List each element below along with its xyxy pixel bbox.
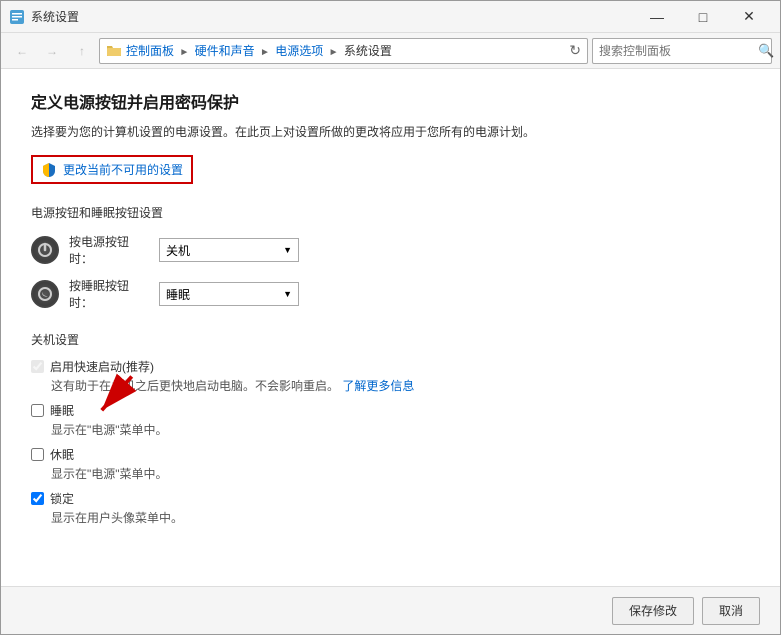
hibernate-desc: 显示在"电源"菜单中。 [51,465,750,482]
title-controls: — □ ✕ [634,1,772,33]
sleep-button-dropdown-icon: ▼ [283,289,292,299]
search-input[interactable] [599,44,754,58]
search-bar[interactable]: 🔍 [592,38,772,64]
hibernate-checkbox[interactable] [31,448,44,461]
breadcrumb-part-2[interactable]: 硬件和声音 [195,44,255,58]
sleep-button-row: 按睡眠按钮时： 睡眠 ▼ [31,277,750,311]
maximize-button[interactable]: □ [680,1,726,33]
bottom-bar: 保存修改 取消 [1,586,780,634]
shutdown-title: 关机设置 [31,331,750,348]
sleep-label: 睡眠 [50,402,74,419]
breadcrumb-part-4: 系统设置 [344,44,392,58]
sleep-button-select[interactable]: 睡眠 ▼ [159,282,299,306]
hibernate-item: 休眠 显示在"电源"菜单中。 [31,446,750,482]
page-subtitle: 选择要为您的计算机设置的电源设置。在此页上对设置所做的更改将应用于您所有的电源计… [31,123,750,141]
fast-startup-desc: 这有助于在关机之后更快地启动电脑。不会影响重启。 了解更多信息 [51,377,750,394]
power-button-dropdown-icon: ▼ [283,245,292,255]
lock-desc: 显示在用户头像菜单中。 [51,509,750,526]
change-settings-button[interactable]: 更改当前不可用的设置 [31,155,193,184]
sleep-button-label: 按睡眠按钮时： [69,277,149,311]
back-button[interactable]: ← [9,38,35,64]
power-button-label: 按电源按钮时： [69,233,149,267]
nav-bar: ← → ↑ 控制面板 ► 硬件和声音 ► 电源选项 ► 系统设置 ↻ 🔍 [1,33,780,69]
power-buttons-section: 电源按钮和睡眠按钮设置 按电源按钮时： 关机 ▼ [31,204,750,311]
title-bar: 系统设置 — □ ✕ [1,1,780,33]
sleep-checkbox[interactable] [31,404,44,417]
power-buttons-header: 电源按钮和睡眠按钮设置 [31,204,750,221]
address-bar: 控制面板 ► 硬件和声音 ► 电源选项 ► 系统设置 ↻ [99,38,588,64]
lock-label: 锁定 [50,490,74,507]
shutdown-section: 关机设置 启用快速启动(推荐) 这有助于在关机之后更快地启动电脑。不会影响重启。… [31,331,750,526]
refresh-button[interactable]: ↻ [569,42,581,59]
lock-checkbox[interactable] [31,492,44,505]
up-button[interactable]: ↑ [69,38,95,64]
sleep-button-value: 睡眠 [166,286,190,303]
power-button-select[interactable]: 关机 ▼ [159,238,299,262]
sleep-row: 睡眠 [31,402,750,419]
main-window: 系统设置 — □ ✕ ← → ↑ 控制面板 ► 硬件和声音 ► 电源选项 ► 系… [0,0,781,635]
breadcrumb-part-3[interactable]: 电源选项 [275,44,323,58]
page-title: 定义电源按钮并启用密码保护 [31,89,750,113]
breadcrumb: 控制面板 ► 硬件和声音 ► 电源选项 ► 系统设置 [126,42,565,59]
hibernate-row: 休眠 [31,446,750,463]
power-button-value: 关机 [166,242,190,259]
window-icon [9,9,25,25]
power-button-row: 按电源按钮时： 关机 ▼ [31,233,750,267]
save-button[interactable]: 保存修改 [612,597,694,625]
minimize-button[interactable]: — [634,1,680,33]
window-title: 系统设置 [31,8,634,25]
shield-uac-icon [41,162,57,178]
learn-more-link[interactable]: 了解更多信息 [342,379,414,393]
cancel-button[interactable]: 取消 [702,597,760,625]
folder-icon [106,43,122,59]
hibernate-label: 休眠 [50,446,74,463]
fast-startup-row: 启用快速启动(推荐) [31,358,750,375]
search-icon[interactable]: 🔍 [758,43,774,59]
content-area: 定义电源按钮并启用密码保护 选择要为您的计算机设置的电源设置。在此页上对设置所做… [1,69,780,586]
forward-button[interactable]: → [39,38,65,64]
power-icon [31,236,59,264]
fast-startup-label: 启用快速启动(推荐) [50,358,154,375]
breadcrumb-part-1[interactable]: 控制面板 [126,44,174,58]
fast-startup-item: 启用快速启动(推荐) 这有助于在关机之后更快地启动电脑。不会影响重启。 了解更多… [31,358,750,394]
sleep-desc: 显示在"电源"菜单中。 [51,421,750,438]
fast-startup-checkbox[interactable] [31,360,44,373]
sleep-item: 睡眠 显示在"电源"菜单中。 [31,402,750,438]
close-button[interactable]: ✕ [726,1,772,33]
lock-item: 锁定 显示在用户头像菜单中。 [31,490,750,526]
sleep-icon [31,280,59,308]
change-settings-label: 更改当前不可用的设置 [63,161,183,178]
lock-row: 锁定 [31,490,750,507]
